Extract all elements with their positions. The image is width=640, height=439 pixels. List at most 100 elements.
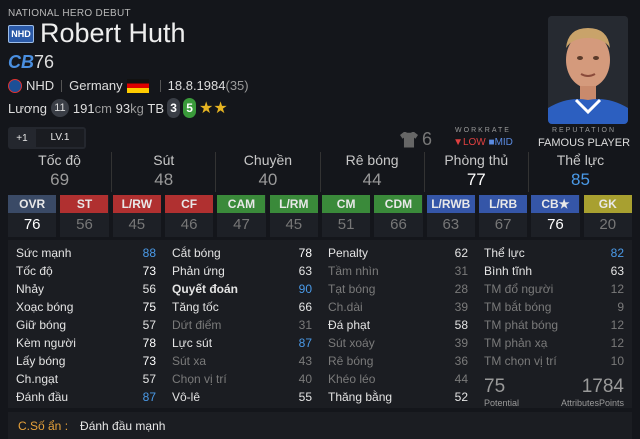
attribute-row: Đánh đầu 87 xyxy=(16,388,156,406)
attribute-row: Penalty 62 xyxy=(328,244,468,262)
attribute-name: Cắt bóng xyxy=(172,246,221,260)
attribute-value: 57 xyxy=(142,318,156,332)
potential-label: Potential xyxy=(484,398,520,408)
position-label: GK xyxy=(583,195,632,213)
position-value: 67 xyxy=(494,216,512,233)
player-physical: Lương 11 191 cm 93 kg TB 3 5 ★★ xyxy=(8,98,228,118)
attribute-value: 55 xyxy=(298,390,312,404)
attribute-column-1: Sức mạnh 88 Tốc độ 73 Nhảy 56 Xoạc bóng 75 Giữ b… xyxy=(8,240,164,408)
attribute-row: Vô-lê 55 xyxy=(172,388,312,406)
position-8[interactable]: L/RWB 63 xyxy=(426,195,475,237)
attribute-name: Tăng tốc xyxy=(172,300,219,314)
category-5: Thể lực 85 xyxy=(527,152,632,192)
attribute-points-label: AttributesPoints xyxy=(560,398,624,408)
category-1: Sút 48 xyxy=(111,152,215,192)
category-label: Chuyền xyxy=(243,152,293,168)
position-label: L/RB xyxy=(479,195,528,213)
position-11[interactable]: GK 20 xyxy=(583,195,632,237)
attribute-row: TM phản xạ 12 xyxy=(484,334,624,352)
upgrade-level: +1 xyxy=(16,132,28,144)
attribute-column-3: Penalty 62 Tầm nhìn 31 Tạt bóng 28 Ch.dài 39 Đá … xyxy=(320,240,476,408)
attribute-value: 52 xyxy=(454,390,468,404)
workrate-att: LOW xyxy=(462,137,486,148)
player-photo xyxy=(548,16,628,124)
attribute-name: Lấy bóng xyxy=(16,354,66,368)
position-5[interactable]: L/RM 45 xyxy=(269,195,318,237)
attribute-row: Tạt bóng 28 xyxy=(328,280,468,298)
position-value: 47 xyxy=(233,216,250,233)
attribute-value: 39 xyxy=(454,336,468,350)
position-0[interactable]: OVR 76 xyxy=(8,195,57,237)
position-rating: CB76 xyxy=(8,52,54,73)
position-value: 45 xyxy=(285,216,303,233)
attribute-name: Khéo léo xyxy=(328,372,376,386)
attribute-row: Dứt điểm 31 xyxy=(172,316,312,334)
attribute-name: Tầm nhìn xyxy=(328,264,379,278)
position-value: 63 xyxy=(442,216,460,233)
attribute-row: Sức mạnh 88 xyxy=(16,244,156,262)
category-0: Tốc độ 69 xyxy=(8,152,111,192)
position-10[interactable]: CB★ 76 xyxy=(531,195,580,237)
jersey-icon xyxy=(400,131,418,148)
attribute-row: Kèm người 78 xyxy=(16,334,156,352)
attribute-row: Lực sút 87 xyxy=(172,334,312,352)
weight: 93 xyxy=(115,100,131,116)
attribute-name: TM chọn vị trí xyxy=(484,354,557,368)
attribute-value: 73 xyxy=(142,354,156,368)
attribute-value: 62 xyxy=(454,246,468,260)
position-value: 46 xyxy=(180,216,198,233)
position-3[interactable]: CF 46 xyxy=(164,195,214,237)
player-name: Robert Huth xyxy=(40,18,186,48)
attribute-name: Sức mạnh xyxy=(16,246,72,260)
position-9[interactable]: L/RB 67 xyxy=(478,195,528,237)
salary-label: Lương xyxy=(8,100,47,116)
category-label: Rê bóng xyxy=(345,152,399,168)
attribute-name: Đánh đầu xyxy=(16,390,69,404)
position-6[interactable]: CM 51 xyxy=(321,195,371,237)
player-level: LV.1 xyxy=(36,129,84,147)
position-7[interactable]: CDM 66 xyxy=(374,195,423,237)
jersey-number: 6 xyxy=(400,129,432,150)
attribute-row: Tốc độ 73 xyxy=(16,262,156,280)
position-2[interactable]: L/RW 45 xyxy=(112,195,161,237)
attribute-value: 66 xyxy=(298,300,312,314)
attribute-name: Tốc độ xyxy=(16,264,53,278)
attribute-value: 78 xyxy=(142,336,156,350)
position-4[interactable]: CAM 47 xyxy=(217,195,266,237)
attribute-row: Bình tĩnh 63 xyxy=(484,262,624,280)
attribute-value: 58 xyxy=(454,318,468,332)
attribute-row: Tăng tốc 66 xyxy=(172,298,312,316)
club-icon xyxy=(8,78,22,93)
position-1[interactable]: ST 56 xyxy=(60,195,109,237)
attribute-name: Tạt bóng xyxy=(328,282,376,296)
reputation-title: REPUTATION xyxy=(551,127,617,134)
attribute-name: Penalty xyxy=(328,246,369,260)
potential-value: 75 xyxy=(484,376,506,397)
age: (35) xyxy=(225,78,249,93)
club-name[interactable]: NHD xyxy=(26,78,54,93)
position-ratings: OVR 76 ST 56 L/RW 45 CF 46 CAM 47 L/RM 45 CM 51 CDM 66 L… xyxy=(8,195,632,237)
attribute-value: 31 xyxy=(454,264,468,278)
category-4: Phòng thủ 77 xyxy=(423,152,528,192)
attribute-value: 36 xyxy=(454,354,468,368)
attribute-value: 44 xyxy=(454,372,468,386)
category-value: 40 xyxy=(258,170,278,189)
hidden-traits-label: C.Số ẩn : xyxy=(18,418,69,433)
category-value: 69 xyxy=(50,170,70,189)
attribute-row: TM đổ người 12 xyxy=(484,280,624,298)
attribute-row: TM phát bóng 12 xyxy=(484,316,624,334)
position-value: 51 xyxy=(337,216,355,233)
position-value: 76 xyxy=(23,216,41,233)
attribute-name: TM đổ người xyxy=(484,282,554,296)
position-label: CF xyxy=(165,195,214,213)
hidden-trait[interactable]: Đánh đầu mạnh xyxy=(80,419,165,433)
attribute-name: Phản ứng xyxy=(172,264,225,278)
attribute-column-4: Thể lực 82 Bình tĩnh 63 TM đổ người 12 TM bắt … xyxy=(476,240,632,408)
level-box[interactable]: +1 LV.1 xyxy=(8,127,86,149)
position-label: L/RW xyxy=(112,195,161,213)
nation-name[interactable]: Germany xyxy=(69,78,122,93)
workrate: WORKRATE ▼LOW ■MID xyxy=(440,127,526,148)
position-label: CM xyxy=(322,195,371,213)
attribute-value: 90 xyxy=(298,282,312,296)
attribute-row: Ch.dài 39 xyxy=(328,298,468,316)
